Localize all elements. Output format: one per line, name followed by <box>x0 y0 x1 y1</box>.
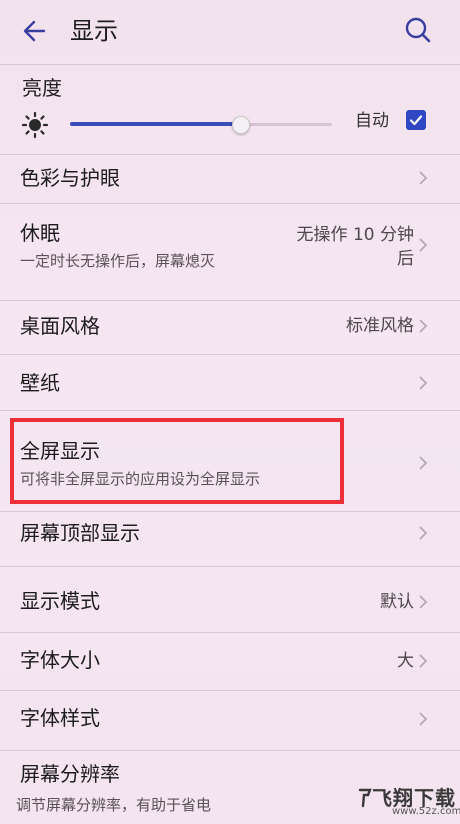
display-settings-screen: 显示 亮度 自动 色彩与护眼 休眠 一定时长无操作后，屏幕熄灭 无操作 10 分… <box>0 0 460 824</box>
row-value-line2: 后 <box>397 249 414 269</box>
group-divider <box>0 566 460 567</box>
back-arrow-icon <box>23 20 46 42</box>
checkmark-icon <box>409 115 423 126</box>
row-title: 屏幕顶部显示 <box>20 521 140 545</box>
row-subtitle: 调节屏幕分辨率，有助于省电 <box>16 796 212 814</box>
chevron-right-icon <box>419 654 428 668</box>
auto-brightness-label: 自动 <box>355 111 389 131</box>
chevron-right-icon <box>419 456 428 470</box>
auto-brightness-checkbox[interactable] <box>406 110 426 130</box>
brightness-slider[interactable] <box>70 116 332 134</box>
row-color-eye-comfort[interactable]: 色彩与护眼 <box>0 155 460 203</box>
row-font-style[interactable]: 字体样式 <box>0 691 460 747</box>
row-title: 显示模式 <box>20 589 100 613</box>
slider-thumb[interactable] <box>232 116 251 134</box>
row-font-size[interactable]: 字体大小 大 <box>0 633 460 689</box>
brightness-title: 亮度 <box>22 76 62 100</box>
highlight-box <box>10 418 344 504</box>
row-display-mode[interactable]: 显示模式 默认 <box>0 578 460 628</box>
row-value: 默认 <box>380 592 414 612</box>
brightness-section: 亮度 自动 <box>0 65 460 155</box>
chevron-right-icon <box>419 595 428 609</box>
row-value: 标准风格 <box>346 316 414 336</box>
chevron-right-icon <box>419 238 428 252</box>
search-button[interactable] <box>398 12 438 50</box>
row-title: 字体大小 <box>20 648 100 672</box>
watermark-url: www.52z.com <box>392 806 460 817</box>
row-title: 壁纸 <box>20 371 60 395</box>
row-title: 字体样式 <box>20 706 100 730</box>
row-screen-top-display[interactable]: 屏幕顶部显示 <box>0 512 460 556</box>
row-value-line1: 无操作 10 分钟 <box>296 225 414 245</box>
row-sleep[interactable]: 休眠 一定时长无操作后，屏幕熄灭 无操作 10 分钟 后 <box>0 204 460 282</box>
row-desktop-style[interactable]: 桌面风格 标准风格 <box>0 301 460 353</box>
row-value: 大 <box>397 651 414 671</box>
slider-fill <box>70 122 241 126</box>
row-title: 桌面风格 <box>20 314 100 338</box>
watermark-logo-icon <box>358 788 372 808</box>
chevron-right-icon <box>419 171 428 185</box>
row-subtitle: 一定时长无操作后，屏幕熄灭 <box>20 252 216 270</box>
chevron-right-icon <box>419 319 428 333</box>
chevron-right-icon <box>419 712 428 726</box>
brightness-sun-icon <box>20 110 50 140</box>
row-title: 屏幕分辨率 <box>20 762 120 786</box>
row-title: 休眠 <box>20 221 60 245</box>
app-header: 显示 <box>0 0 460 62</box>
chevron-right-icon <box>419 376 428 390</box>
page-title: 显示 <box>70 17 118 45</box>
back-button[interactable] <box>18 14 52 48</box>
row-title: 色彩与护眼 <box>20 166 120 190</box>
row-wallpaper[interactable]: 壁纸 <box>0 355 460 409</box>
chevron-right-icon <box>419 526 428 540</box>
search-icon <box>405 17 431 43</box>
